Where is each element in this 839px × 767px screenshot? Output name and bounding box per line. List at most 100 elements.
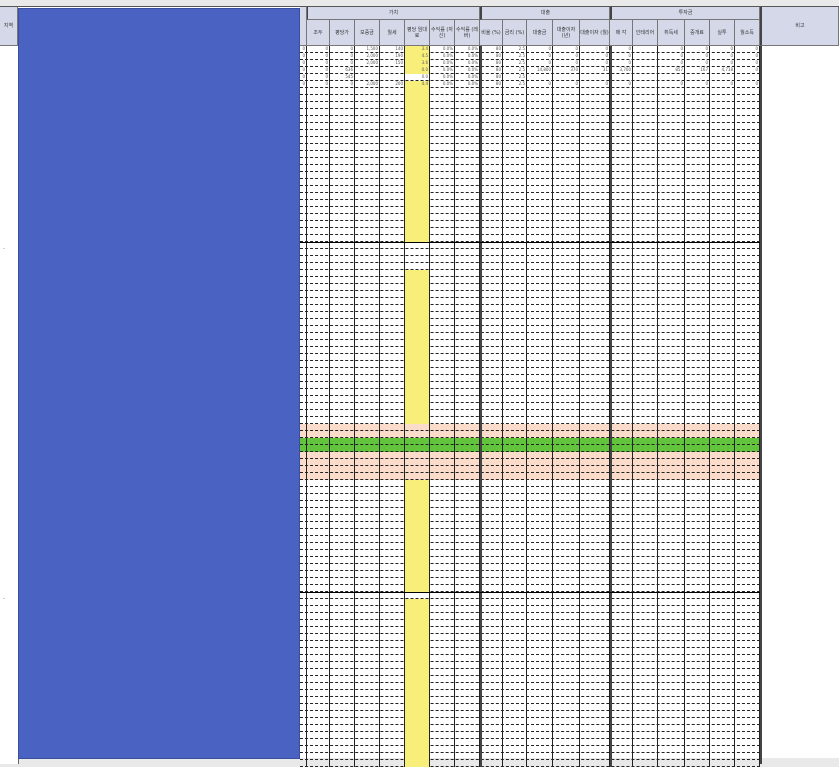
table-cell[interactable] [710, 487, 735, 494]
table-cell[interactable] [430, 578, 455, 585]
table-cell[interactable] [610, 165, 633, 172]
table-cell[interactable] [307, 368, 330, 375]
table-cell[interactable] [455, 403, 480, 410]
table-cell[interactable]: 0 [610, 53, 633, 60]
table-cell[interactable] [610, 291, 633, 298]
table-cell[interactable] [633, 627, 658, 634]
table-cell[interactable] [685, 200, 710, 207]
table-cell[interactable] [405, 144, 430, 151]
table-cell[interactable]: 0 [300, 81, 307, 88]
table-cell[interactable] [380, 732, 405, 739]
table-cell[interactable] [633, 564, 658, 571]
table-cell[interactable] [553, 424, 580, 431]
table-cell[interactable] [307, 473, 330, 480]
table-cell[interactable] [380, 123, 405, 130]
table-cell[interactable] [658, 130, 685, 137]
table-cell[interactable] [685, 326, 710, 333]
table-cell[interactable] [430, 396, 455, 403]
table-cell[interactable] [455, 319, 480, 326]
table-cell[interactable] [430, 263, 455, 270]
table-cell[interactable] [503, 221, 527, 228]
table-cell[interactable] [455, 284, 480, 291]
table-cell[interactable] [380, 67, 405, 74]
table-cell[interactable] [580, 361, 610, 368]
table-row[interactable] [300, 284, 760, 291]
table-cell[interactable] [553, 235, 580, 242]
table-cell[interactable] [710, 193, 735, 200]
header-column[interactable]: 실투 [710, 20, 735, 46]
table-cell[interactable] [430, 270, 455, 277]
table-cell[interactable] [405, 326, 430, 333]
table-cell[interactable] [330, 536, 355, 543]
table-cell[interactable] [300, 599, 307, 606]
table-cell[interactable] [633, 529, 658, 536]
table-cell[interactable] [685, 571, 710, 578]
table-cell[interactable] [455, 137, 480, 144]
table-cell[interactable] [355, 102, 380, 109]
table-cell[interactable] [685, 676, 710, 683]
table-cell[interactable] [300, 221, 307, 228]
table-cell[interactable] [735, 151, 760, 158]
table-cell[interactable] [710, 431, 735, 438]
table-cell[interactable] [658, 438, 685, 445]
table-cell[interactable] [527, 725, 553, 732]
table-cell[interactable] [685, 382, 710, 389]
table-cell[interactable] [658, 746, 685, 753]
table-cell[interactable] [455, 151, 480, 158]
table-cell[interactable] [480, 88, 503, 95]
table-cell[interactable] [455, 417, 480, 424]
table-cell[interactable]: 0 [300, 74, 307, 81]
table-cell[interactable] [658, 207, 685, 214]
table-cell[interactable] [610, 235, 633, 242]
table-cell[interactable] [330, 501, 355, 508]
table-cell[interactable] [503, 704, 527, 711]
table-cell[interactable] [658, 291, 685, 298]
table-cell[interactable] [527, 746, 553, 753]
table-cell[interactable] [610, 473, 633, 480]
table-cell[interactable] [710, 571, 735, 578]
table-cell[interactable] [355, 193, 380, 200]
table-cell[interactable] [455, 494, 480, 501]
table-cell[interactable] [710, 564, 735, 571]
table-cell[interactable] [455, 508, 480, 515]
table-cell[interactable] [503, 151, 527, 158]
table-cell[interactable] [480, 396, 503, 403]
table-cell[interactable] [480, 452, 503, 459]
table-cell[interactable] [330, 256, 355, 263]
table-row[interactable]: 0 0 0 2,000 200 4.4 0.0% 0.0% 80 2.5 0 0 0 0 0 0 0 0 [300, 81, 760, 88]
table-cell[interactable] [610, 228, 633, 235]
table-cell[interactable] [553, 172, 580, 179]
table-cell[interactable] [405, 312, 430, 319]
table-cell[interactable] [527, 228, 553, 235]
table-cell[interactable] [580, 235, 610, 242]
table-cell[interactable] [307, 438, 330, 445]
table-cell[interactable] [430, 466, 455, 473]
table-cell[interactable] [527, 354, 553, 361]
table-cell[interactable] [658, 270, 685, 277]
table-cell[interactable] [580, 102, 610, 109]
table-cell[interactable] [527, 123, 553, 130]
table-cell[interactable] [307, 123, 330, 130]
table-cell[interactable] [710, 137, 735, 144]
table-cell[interactable] [480, 200, 503, 207]
table-cell[interactable] [580, 557, 610, 564]
table-cell[interactable]: 0 [300, 53, 307, 60]
table-cell[interactable] [658, 452, 685, 459]
table-cell[interactable] [455, 207, 480, 214]
table-cell[interactable] [735, 599, 760, 606]
table-cell[interactable] [355, 697, 380, 704]
table-cell[interactable] [380, 235, 405, 242]
table-cell[interactable] [527, 109, 553, 116]
table-cell[interactable] [355, 704, 380, 711]
table-cell[interactable] [553, 704, 580, 711]
table-cell[interactable] [307, 711, 330, 718]
table-cell[interactable]: 0 [685, 81, 710, 88]
table-cell[interactable] [480, 634, 503, 641]
table-cell[interactable] [300, 746, 307, 753]
table-cell[interactable] [300, 298, 307, 305]
table-row[interactable] [300, 228, 760, 235]
table-cell[interactable] [480, 480, 503, 487]
table-cell[interactable] [355, 382, 380, 389]
table-row[interactable] [300, 172, 760, 179]
table-cell[interactable] [330, 151, 355, 158]
